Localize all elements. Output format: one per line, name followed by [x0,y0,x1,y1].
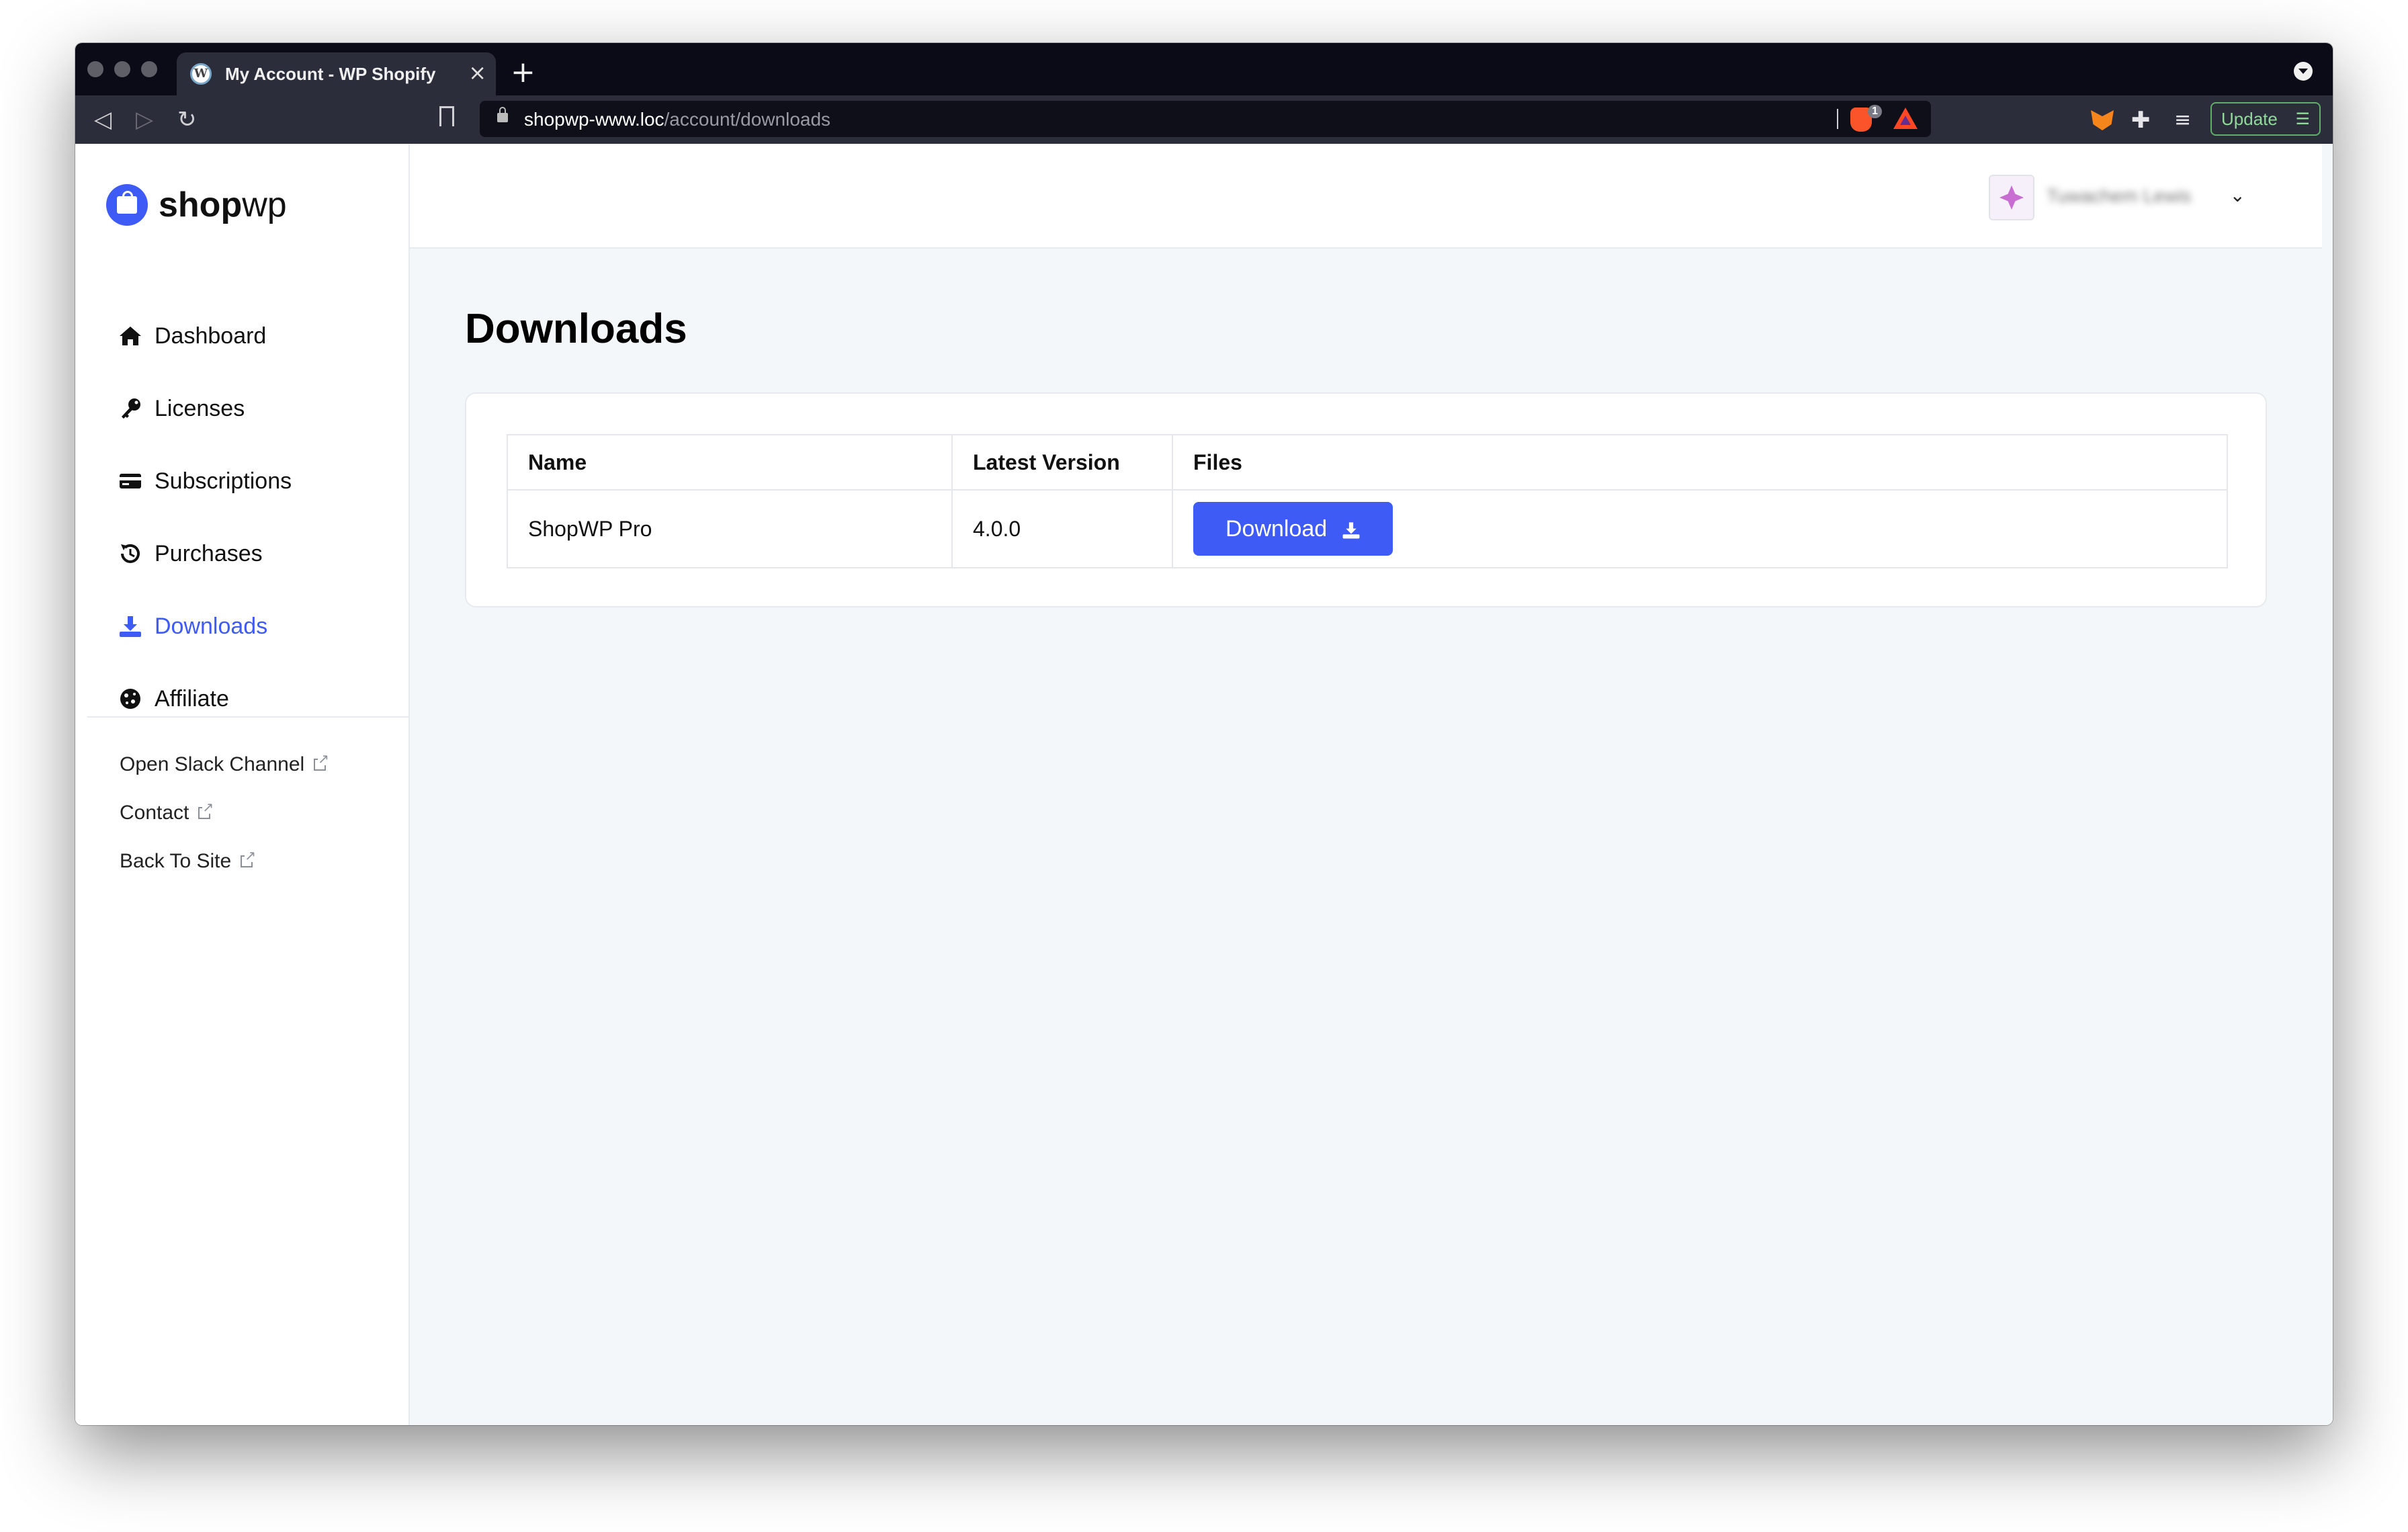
cookie-icon [118,687,142,711]
account-page: shopwp Dashboard Licenses Subscriptions … [75,144,2333,1425]
lock-icon [497,107,508,122]
history-icon [118,542,142,566]
browser-toolbar: ◁ ▷ ↻ shopwp-www.loc/account/downloads 1… [75,95,2333,144]
browser-window: W My Account - WP Shopify × + ◁ ▷ ↻ shop… [75,43,2333,1425]
column-header-name: Name [507,434,953,491]
downloads-table: Name Latest Version Files ShopWP Pro 4.0… [507,434,2228,568]
close-window-dot[interactable] [87,61,103,77]
menu-icon: ☰ [2295,110,2310,128]
zoom-window-dot[interactable] [141,61,157,77]
product-name-cell: ShopWP Pro [507,489,953,568]
key-icon [118,396,142,421]
shopwp-logo-icon[interactable] [106,184,148,226]
page-header: Tuwachem Lewis ⌄ [410,144,2322,249]
tab-title: My Account - WP Shopify [225,64,436,84]
download-icon [118,614,142,638]
sidebar-divider [87,716,408,718]
sidebar-item-licenses[interactable]: Licenses [118,388,245,429]
metamask-fox-icon[interactable] [2091,110,2114,130]
user-name[interactable]: Tuwachem Lewis [2047,185,2221,208]
minimize-window-dot[interactable] [114,61,130,77]
table-row: ShopWP Pro 4.0.0 Download [507,489,2228,568]
playlist-icon[interactable]: ≡ [2174,108,2191,133]
contact-link[interactable]: Contact [120,800,214,826]
back-to-site-link[interactable]: Back To Site [120,848,256,875]
external-link-icon [241,849,256,867]
new-tab-icon[interactable]: + [511,58,535,87]
shields-count-badge: 1 [1868,105,1882,118]
version-cell: 4.0.0 [951,489,1173,568]
sidebar-item-affiliate[interactable]: Affiliate [118,679,229,719]
download-icon [1342,519,1361,539]
tab-close-icon[interactable]: × [468,60,486,85]
page-title: Downloads [465,306,687,352]
external-link-icon [198,800,214,819]
forward-icon[interactable]: ▷ [136,106,153,133]
sidebar-item-subscriptions[interactable]: Subscriptions [118,461,292,501]
sidebar-item-downloads[interactable]: Downloads [118,606,267,646]
files-cell: Download [1172,489,2228,568]
reload-icon[interactable]: ↻ [177,106,197,133]
sidebar-item-dashboard[interactable]: Dashboard [118,316,266,356]
table-header-row: Name Latest Version Files [507,434,2228,491]
chevron-down-icon[interactable]: ⌄ [2230,184,2245,206]
download-button[interactable]: Download [1193,502,1393,556]
sidebar: shopwp Dashboard Licenses Subscriptions … [75,144,410,1425]
wordpress-icon: W [190,63,212,85]
url-text: shopwp-www.loc/account/downloads [524,109,831,130]
browser-tab-strip: W My Account - WP Shopify × + [75,43,2333,95]
avatar[interactable] [1989,175,2034,220]
column-header-version: Latest Version [951,434,1173,491]
address-bar[interactable]: shopwp-www.loc/account/downloads 1 [480,101,1931,137]
sidebar-item-purchases[interactable]: Purchases [118,534,263,574]
brave-rewards-icon[interactable] [1893,108,1918,129]
shopwp-logo-text[interactable]: shopwp [159,184,287,226]
tab-search-icon[interactable] [2294,62,2313,81]
update-button[interactable]: Update ☰ [2210,102,2321,136]
extensions-puzzle-icon[interactable]: ✚ [2131,108,2151,133]
slack-channel-link[interactable]: Open Slack Channel [120,751,329,778]
home-icon [118,324,142,348]
downloads-card: Name Latest Version Files ShopWP Pro 4.0… [465,392,2267,607]
credit-card-icon [118,469,142,493]
browser-tab[interactable]: W My Account - WP Shopify × [177,52,496,95]
bookmark-icon[interactable] [439,106,454,126]
back-icon[interactable]: ◁ [94,106,112,133]
column-header-files: Files [1172,434,2228,491]
url-separator [1837,109,1838,129]
external-link-icon [314,752,329,771]
